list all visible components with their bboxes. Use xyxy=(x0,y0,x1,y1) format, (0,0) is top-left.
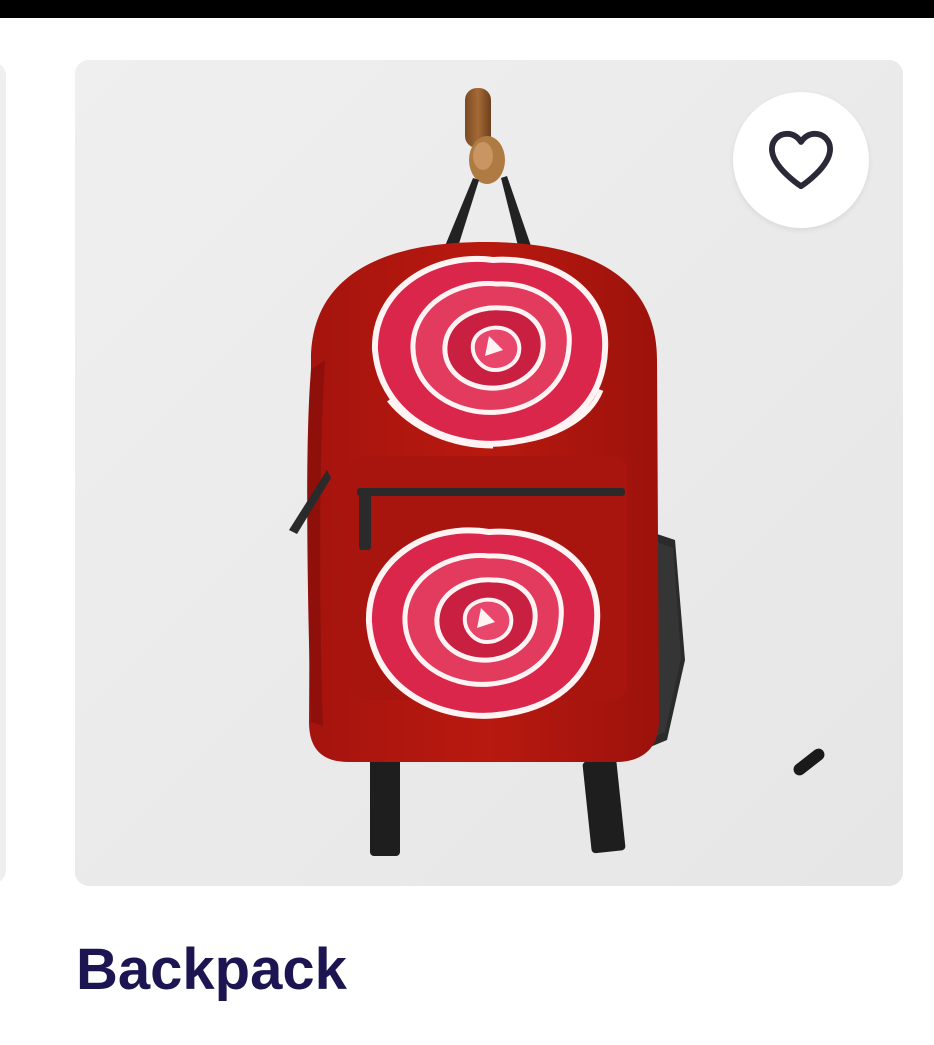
product-title[interactable]: Backpack xyxy=(76,935,347,1005)
favorite-button[interactable] xyxy=(733,92,869,228)
product-card[interactable] xyxy=(75,60,903,886)
top-bar xyxy=(0,0,934,18)
heart-outline-icon xyxy=(769,130,833,190)
previous-product-card[interactable] xyxy=(0,62,6,884)
